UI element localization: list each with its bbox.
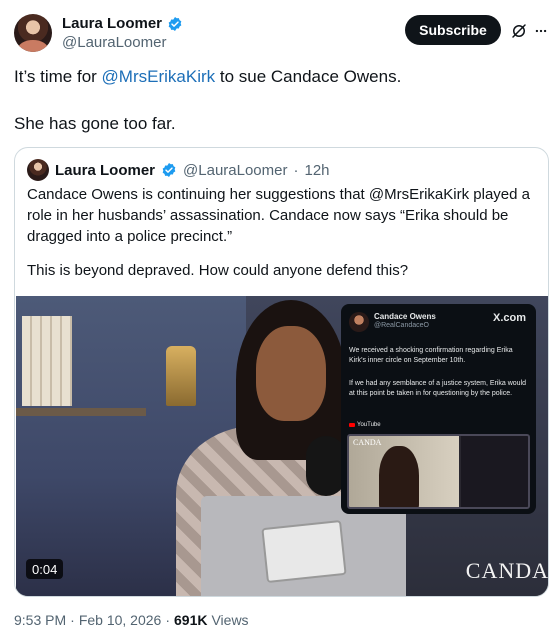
meta-separator: · [70, 612, 75, 628]
embedded-thumbnail-brand: CANDA [353, 438, 382, 447]
video-laptop-sticker [261, 519, 347, 584]
video-microphone [306, 436, 346, 496]
views-label: Views [211, 612, 249, 628]
video-brand-overlay: CANDA [465, 558, 549, 583]
quoted-handle[interactable]: @LauraLoomer [183, 162, 287, 179]
embedded-thumbnail-person [379, 446, 419, 507]
embedded-text-2: If we had any semblance of a justice sys… [349, 380, 527, 397]
embedded-handle: @RealCandaceO [374, 322, 429, 329]
video-candelabra [166, 346, 196, 406]
video-books [22, 316, 72, 406]
views-count: 691K [174, 612, 208, 628]
embedded-text-1: We received a shocking confirmation rega… [349, 347, 513, 364]
post-text-suffix: to sue Candace Owens. [215, 67, 402, 86]
subscribe-button[interactable]: Subscribe [405, 15, 501, 45]
quoted-time[interactable]: 12h [304, 162, 329, 179]
embedded-source-label: YouTube [357, 422, 381, 428]
more-options-icon[interactable] [534, 24, 548, 38]
quoted-separator: · [293, 161, 299, 179]
meta-separator: · [165, 612, 170, 628]
quoted-header: Laura Loomer @LauraLoomer · 12h [27, 158, 330, 182]
video-shelf [16, 408, 146, 416]
quoted-text-paragraph-1: Candace Owens is continuing her suggesti… [27, 186, 530, 245]
video-person-face [256, 326, 326, 421]
post-text-line-2: She has gone too far. [14, 114, 176, 133]
post-header: Laura Loomer @LauraLoomer Subscribe [14, 12, 548, 56]
post-meta: 9:53 PM · Feb 10, 2026 · 691K Views [14, 612, 249, 628]
mention-link[interactable]: @MrsErikaKirk [102, 67, 216, 86]
quoted-post[interactable]: Laura Loomer @LauraLoomer · 12h Candace … [14, 147, 549, 597]
post-text-line-1: It’s time for @MrsErikaKirk to sue Canda… [14, 66, 534, 88]
verified-badge-icon [162, 163, 176, 177]
post-text-prefix: It’s time for [14, 67, 102, 86]
embedded-source: YouTube [349, 422, 381, 428]
embedded-post-card: Candace Owens @RealCandaceO X.com We rec… [341, 304, 536, 514]
embedded-site: X.com [492, 312, 526, 324]
post-date[interactable]: Feb 10, 2026 [79, 612, 162, 628]
author-name-row: Laura Loomer [62, 15, 183, 32]
embedded-name: Candace Owens [374, 312, 436, 321]
youtube-icon [349, 423, 355, 427]
post-time[interactable]: 9:53 PM [14, 612, 66, 628]
author-display-name[interactable]: Laura Loomer [62, 15, 162, 32]
quoted-display-name[interactable]: Laura Loomer [55, 162, 155, 179]
embedded-avatar [349, 312, 369, 332]
video-player[interactable]: Candace Owens @RealCandaceO X.com We rec… [16, 296, 549, 596]
grok-icon[interactable] [510, 22, 528, 40]
quoted-text-paragraph-2: This is beyond depraved. How could anyon… [27, 262, 409, 279]
video-duration-badge: 0:04 [26, 559, 64, 579]
embedded-thumbnail: CANDA [347, 434, 530, 509]
quoted-avatar[interactable] [27, 159, 49, 181]
author-avatar[interactable] [14, 14, 52, 52]
author-handle[interactable]: @LauraLoomer [62, 34, 166, 51]
verified-badge-icon [168, 16, 182, 31]
